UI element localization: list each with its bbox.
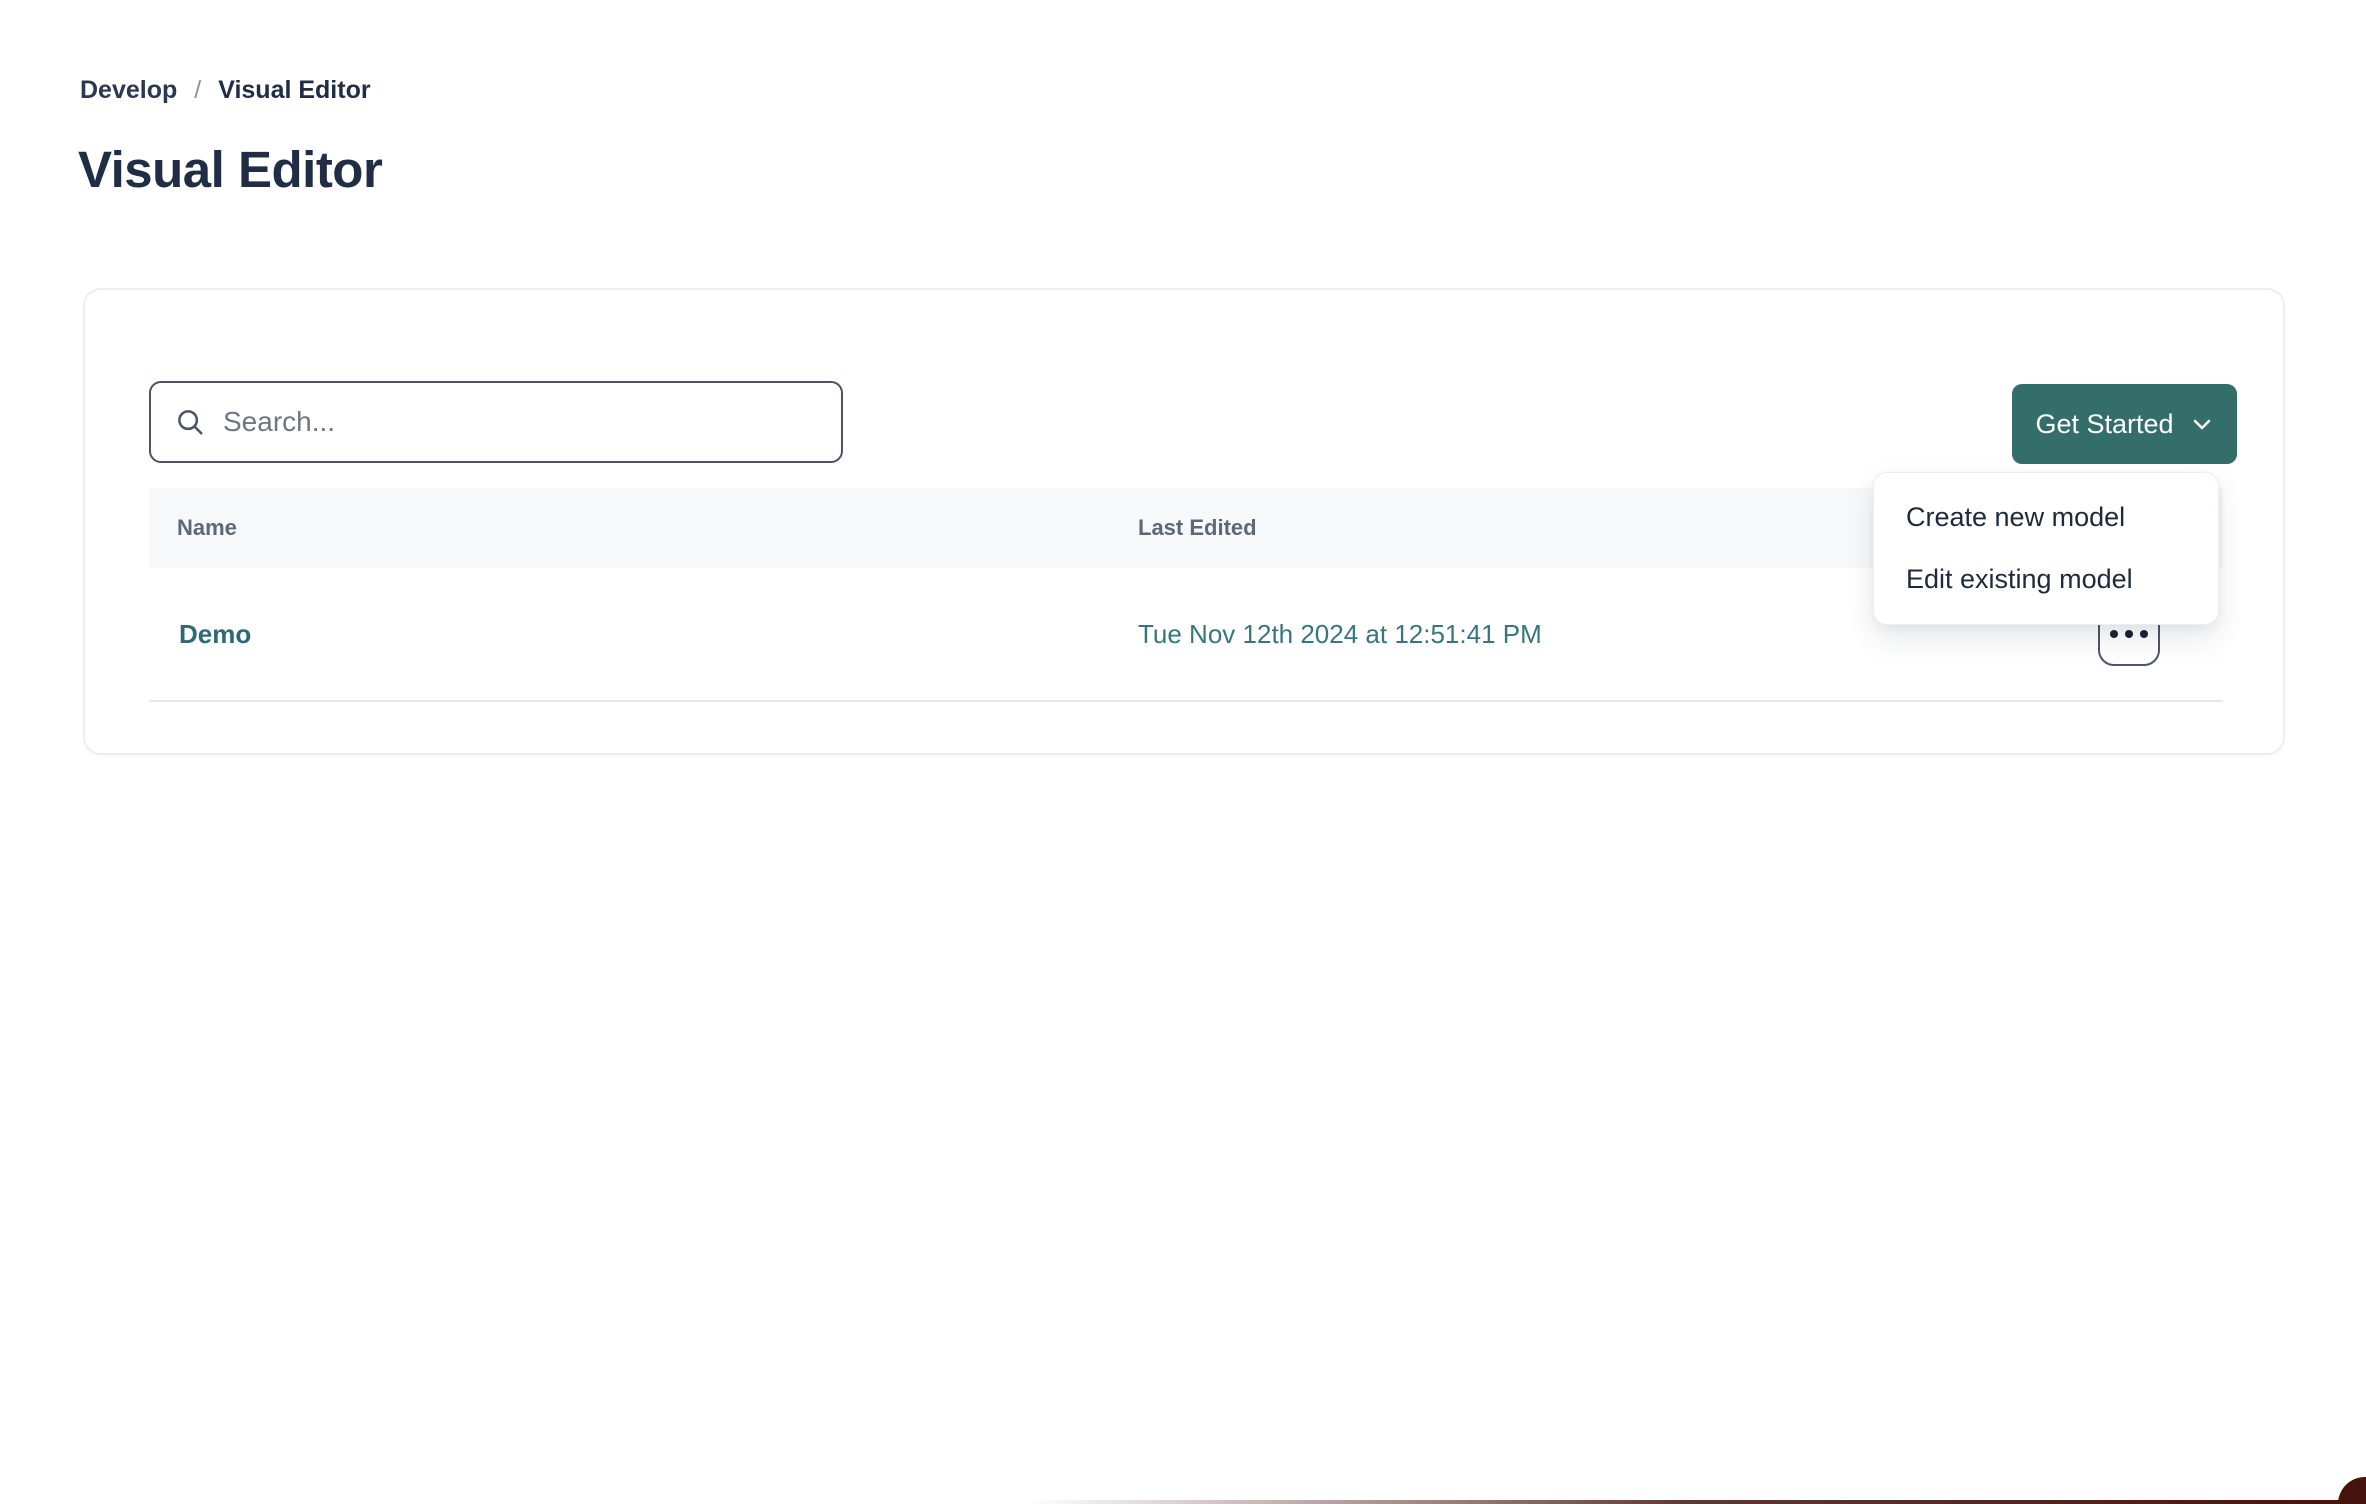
- ellipsis-icon: [2110, 630, 2148, 638]
- visual-editor-page: Develop / Visual Editor Visual Editor Ge…: [0, 0, 2366, 1504]
- window-corner-decoration: [2338, 1477, 2366, 1504]
- model-name-link[interactable]: Demo: [177, 619, 251, 649]
- menu-item-create-new-model[interactable]: Create new model: [1874, 486, 2218, 548]
- get-started-button[interactable]: Get Started: [2012, 384, 2237, 464]
- search-box[interactable]: [149, 381, 843, 463]
- window-edge-decoration: [1027, 1500, 2342, 1504]
- search-input[interactable]: [223, 406, 817, 438]
- breadcrumb-item-visual-editor: Visual Editor: [218, 76, 370, 105]
- search-icon: [175, 407, 205, 437]
- column-header-name: Name: [149, 515, 1138, 541]
- breadcrumb-separator: /: [194, 76, 201, 105]
- breadcrumb-item-develop[interactable]: Develop: [80, 76, 177, 105]
- last-edited-value: Tue Nov 12th 2024 at 12:51:41 PM: [1138, 619, 1542, 649]
- get-started-label: Get Started: [2035, 409, 2173, 440]
- get-started-dropdown: Create new model Edit existing model: [1873, 472, 2219, 625]
- page-title: Visual Editor: [78, 140, 382, 199]
- breadcrumb: Develop / Visual Editor: [80, 76, 371, 105]
- menu-item-edit-existing-model[interactable]: Edit existing model: [1874, 548, 2218, 610]
- chevron-down-icon: [2190, 412, 2214, 436]
